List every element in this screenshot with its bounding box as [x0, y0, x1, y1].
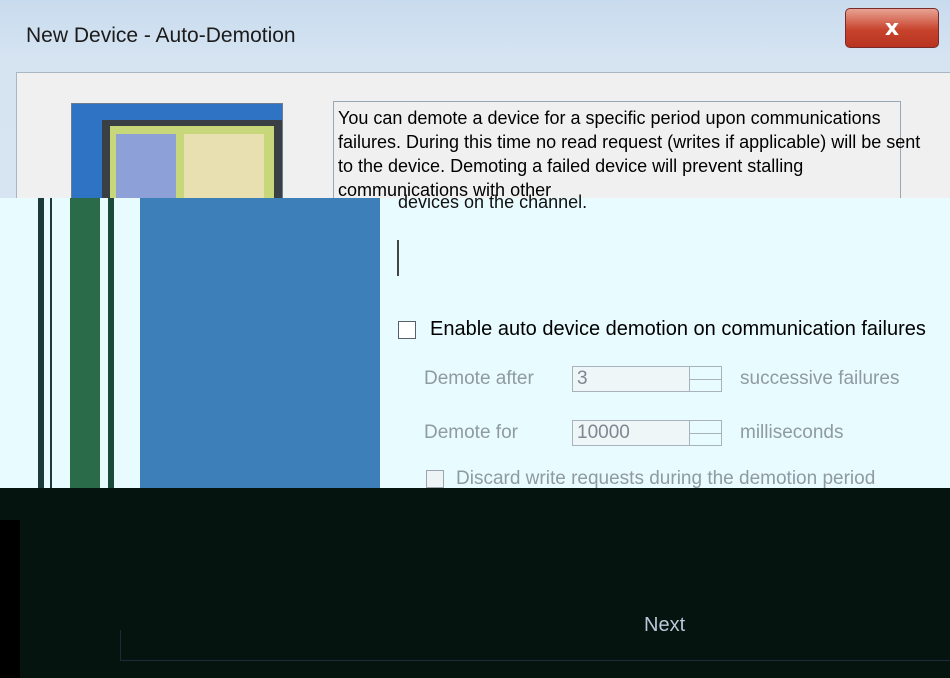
close-icon: x: [884, 15, 900, 41]
discard-writes-row[interactable]: Discard write requests during the demoti…: [426, 468, 875, 490]
glitch-dark-edge: [0, 520, 20, 678]
enable-demotion-checkbox[interactable]: [398, 320, 416, 339]
discard-writes-checkbox[interactable]: [426, 470, 444, 488]
text-caret: [397, 240, 399, 276]
enable-demotion-row[interactable]: Enable auto device demotion on communica…: [398, 318, 926, 341]
demote-after-label: Demote after: [424, 368, 534, 389]
description-text: You can demote a device for a specific p…: [338, 108, 921, 200]
close-button[interactable]: x: [845, 8, 939, 48]
demote-for-input[interactable]: 10000: [572, 420, 690, 446]
demote-for-label: Demote for: [424, 422, 518, 443]
glitch-stripe: [108, 198, 114, 520]
demote-for-spinner[interactable]: [690, 420, 722, 446]
demote-for-row: Demote for 10000 milliseconds: [424, 420, 843, 446]
demote-after-row: Demote after 3 successive failures: [424, 366, 899, 392]
glitch-stripe: [70, 198, 100, 520]
glitch-stripe: [38, 198, 44, 520]
demote-after-spinner[interactable]: [690, 366, 722, 392]
enable-demotion-label: Enable auto device demotion on communica…: [430, 318, 926, 340]
dialog-window: New Device - Auto-Demotion x You can dem…: [0, 0, 950, 678]
window-title: New Device - Auto-Demotion: [26, 24, 296, 47]
title-bar[interactable]: New Device - Auto-Demotion x: [0, 0, 950, 72]
demote-for-suffix: milliseconds: [740, 422, 844, 443]
next-button[interactable]: Next: [644, 614, 685, 637]
demote-after-suffix: successive failures: [740, 368, 900, 389]
description-text-continued: devices on the channel.: [398, 192, 588, 212]
glitch-stripe: [140, 198, 380, 520]
discard-writes-label: Discard write requests during the demoti…: [456, 468, 876, 489]
demote-after-input[interactable]: 3: [572, 366, 690, 392]
button-area-frame: [120, 630, 950, 661]
glitch-stripe: [50, 198, 52, 520]
